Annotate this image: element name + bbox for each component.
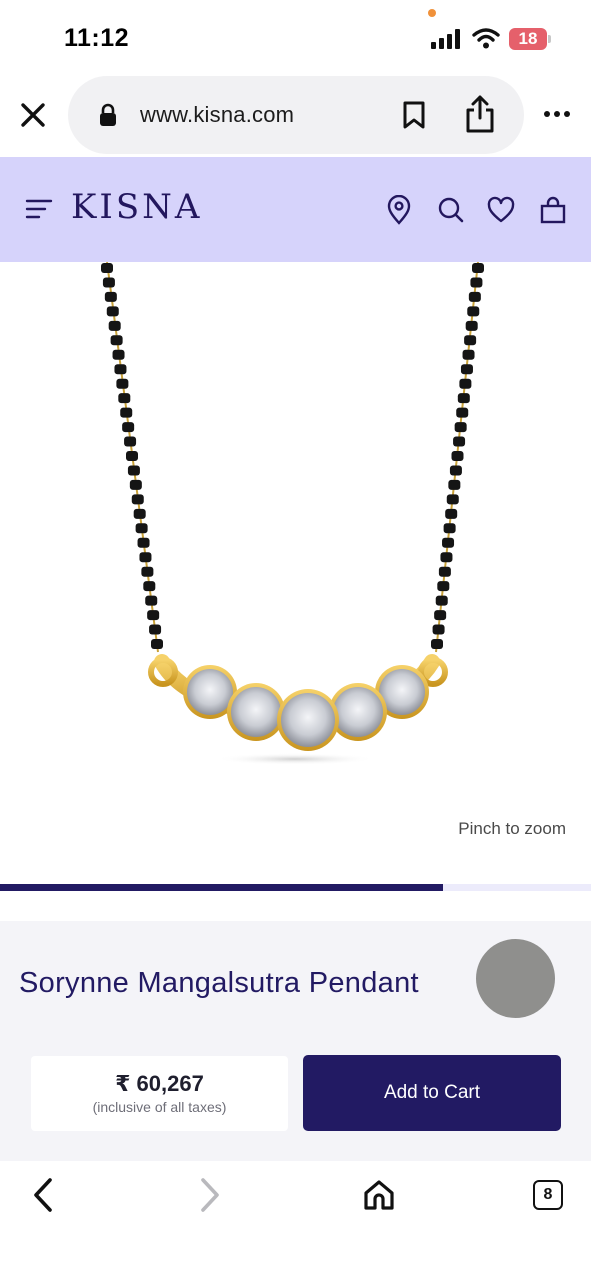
black-bead bbox=[434, 610, 447, 621]
black-bead bbox=[124, 436, 137, 447]
black-bead bbox=[470, 277, 483, 288]
black-bead bbox=[110, 335, 123, 346]
black-bead bbox=[435, 595, 448, 606]
more-icon[interactable] bbox=[540, 102, 574, 126]
home-icon bbox=[364, 1180, 394, 1210]
black-bead bbox=[456, 407, 469, 418]
black-bead bbox=[453, 436, 466, 447]
black-bead bbox=[446, 494, 459, 505]
black-bead bbox=[467, 306, 480, 317]
battery-level: 18 bbox=[509, 28, 547, 50]
black-bead bbox=[101, 263, 113, 273]
black-bead bbox=[141, 566, 154, 577]
back-icon bbox=[34, 1178, 52, 1212]
price-box: ₹ 60,267 (inclusive of all taxes) bbox=[31, 1056, 288, 1131]
url-text: www.kisna.com bbox=[140, 102, 295, 127]
share-icon[interactable] bbox=[463, 94, 497, 134]
black-bead bbox=[472, 263, 484, 273]
status-bar: 11:12 18 bbox=[0, 0, 591, 76]
black-bead bbox=[143, 581, 156, 592]
forward-icon bbox=[201, 1178, 219, 1212]
black-bead bbox=[449, 465, 462, 476]
black-bead bbox=[431, 639, 443, 649]
black-bead bbox=[465, 320, 478, 331]
black-bead bbox=[468, 291, 481, 302]
product-details-panel: Sorynne Mangalsutra Pendant ₹ 60,267 (in… bbox=[0, 921, 591, 1161]
browser-address-bar: www.kisna.com bbox=[0, 76, 591, 156]
lock-icon bbox=[100, 103, 116, 126]
battery-icon: 18 bbox=[509, 28, 551, 50]
black-bead bbox=[460, 364, 473, 375]
black-bead bbox=[131, 494, 144, 505]
pinch-to-zoom-hint: Pinch to zoom bbox=[458, 819, 566, 838]
shopping-bag-icon[interactable] bbox=[539, 195, 567, 225]
search-icon[interactable] bbox=[437, 195, 465, 225]
heart-icon[interactable] bbox=[487, 195, 515, 225]
black-bead bbox=[127, 465, 140, 476]
black-bead bbox=[139, 552, 152, 563]
black-bead bbox=[120, 407, 133, 418]
forward-button[interactable] bbox=[190, 1175, 230, 1215]
url-field[interactable]: www.kisna.com bbox=[68, 76, 524, 154]
back-button[interactable] bbox=[23, 1175, 63, 1215]
floating-action-bubble[interactable] bbox=[476, 939, 555, 1018]
location-pin-icon[interactable] bbox=[385, 194, 413, 225]
product-price: ₹ 60,267 bbox=[115, 1071, 204, 1096]
black-bead bbox=[462, 349, 475, 360]
site-logo[interactable]: KISNA bbox=[71, 187, 202, 227]
black-bead bbox=[459, 378, 472, 389]
black-bead bbox=[145, 595, 158, 606]
privacy-indicator-dot bbox=[428, 9, 436, 17]
black-bead bbox=[112, 349, 125, 360]
black-bead bbox=[116, 378, 129, 389]
menu-icon[interactable] bbox=[25, 197, 53, 221]
black-bead bbox=[147, 610, 160, 621]
mangalsutra-pendant-image bbox=[101, 262, 484, 765]
black-bead bbox=[438, 566, 451, 577]
black-bead bbox=[442, 537, 455, 548]
black-bead bbox=[129, 479, 142, 490]
close-icon bbox=[21, 103, 45, 127]
black-bead bbox=[135, 523, 148, 534]
black-bead bbox=[432, 624, 445, 635]
tax-note: (inclusive of all taxes) bbox=[92, 1099, 227, 1115]
home-button[interactable] bbox=[359, 1175, 399, 1215]
close-tab-button[interactable] bbox=[16, 98, 50, 132]
black-bead bbox=[464, 335, 477, 346]
black-bead bbox=[106, 306, 119, 317]
add-to-cart-button[interactable]: Add to Cart bbox=[303, 1055, 561, 1131]
tabs-icon: 8 bbox=[533, 1180, 563, 1210]
status-time: 11:12 bbox=[64, 24, 130, 52]
bookmark-icon[interactable] bbox=[401, 100, 427, 130]
black-bead bbox=[137, 537, 150, 548]
black-bead bbox=[457, 393, 470, 404]
black-bead bbox=[126, 451, 138, 461]
black-bead bbox=[443, 523, 456, 534]
black-bead bbox=[118, 393, 131, 404]
black-bead bbox=[149, 624, 162, 635]
wifi-icon bbox=[472, 28, 500, 49]
black-bead bbox=[437, 581, 450, 592]
browser-toolbar: 8 bbox=[0, 1161, 591, 1280]
product-image-carousel[interactable]: Pinch to zoom bbox=[0, 262, 591, 882]
black-bead bbox=[151, 639, 163, 649]
black-bead bbox=[445, 508, 458, 519]
tabs-button[interactable]: 8 bbox=[528, 1175, 568, 1215]
cellular-signal-icon bbox=[431, 29, 460, 49]
product-title: Sorynne Mangalsutra Pendant bbox=[19, 967, 419, 999]
black-bead bbox=[102, 277, 115, 288]
black-bead bbox=[448, 479, 461, 490]
gallery-progress-track bbox=[0, 884, 591, 891]
black-bead bbox=[114, 364, 127, 375]
black-bead bbox=[133, 508, 146, 519]
black-bead bbox=[122, 422, 135, 433]
black-bead bbox=[108, 320, 121, 331]
gallery-progress-fill bbox=[0, 884, 444, 891]
black-bead bbox=[454, 422, 467, 433]
black-bead bbox=[104, 291, 117, 302]
site-header: KISNA bbox=[0, 157, 591, 262]
black-bead bbox=[440, 552, 453, 563]
black-bead bbox=[451, 451, 464, 461]
